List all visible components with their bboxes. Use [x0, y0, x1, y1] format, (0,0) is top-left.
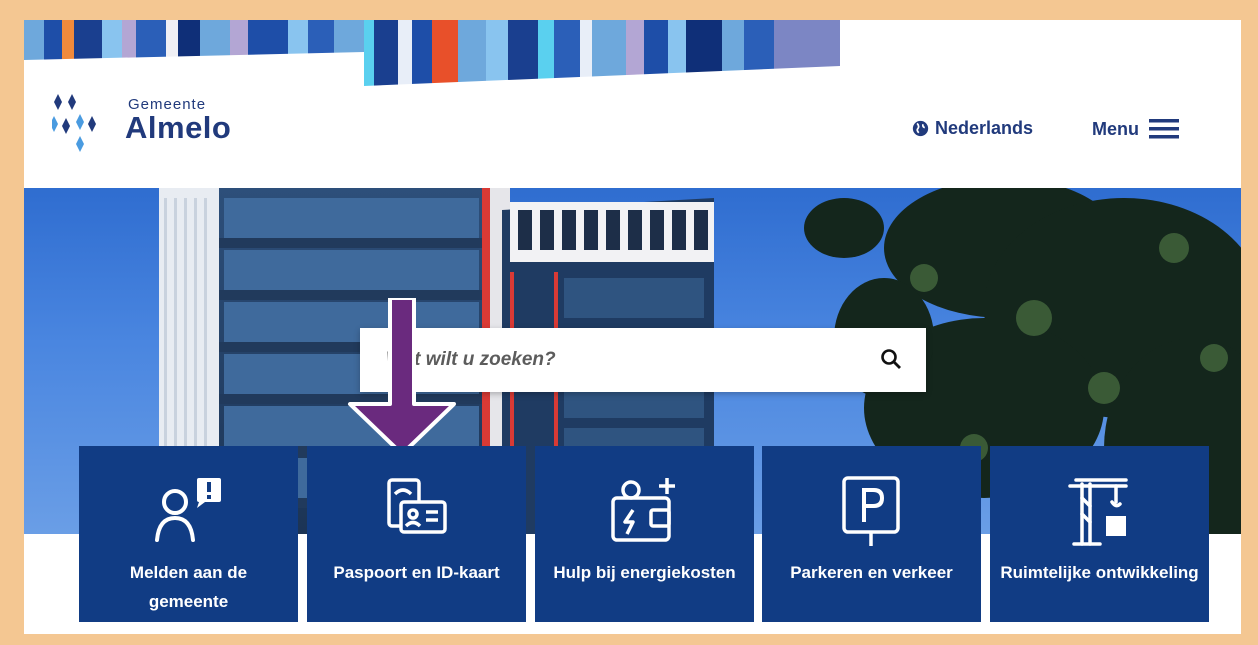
menu-label: Menu — [1092, 118, 1139, 139]
tile-label: Hulp bij energiekosten — [553, 563, 736, 582]
report-person-icon — [155, 478, 221, 542]
energy-wallet-icon — [611, 478, 675, 542]
tile-melden[interactable]: Melden aan de gemeente — [79, 446, 298, 622]
logo-diamonds-icon — [52, 94, 96, 152]
tile-label: Melden aan de gemeente — [129, 563, 248, 611]
tile-label: Paspoort en ID-kaart — [333, 563, 500, 582]
search-icon — [881, 349, 901, 369]
parking-icon — [842, 476, 900, 546]
menu-button[interactable]: Menu — [1092, 118, 1179, 140]
tile-label: Parkeren en verkeer — [790, 563, 953, 582]
hamburger-icon — [1149, 119, 1179, 139]
search-button[interactable] — [880, 348, 902, 375]
language-switch[interactable]: Nederlands — [912, 118, 1033, 139]
logo-text-big: Almelo — [125, 110, 232, 145]
site-header: Gemeente Almelo Nederlands Menu — [24, 20, 1241, 188]
logo[interactable]: Gemeente Almelo — [52, 94, 252, 170]
page: Gemeente Almelo Nederlands Menu Wat wilt… — [24, 20, 1241, 634]
annotation-arrow-icon — [348, 298, 456, 456]
language-label: Nederlands — [935, 118, 1034, 138]
tile-ruimtelijke[interactable]: Ruimtelijke ontwikkeling — [990, 446, 1209, 622]
tile-paspoort[interactable]: Paspoort en ID-kaart — [307, 446, 526, 622]
tile-label: Ruimtelijke ontwikkeling — [1000, 563, 1199, 582]
crane-icon — [1068, 478, 1128, 546]
tile-energie[interactable]: Hulp bij energiekosten — [535, 446, 754, 622]
tile-parkeren[interactable]: Parkeren en verkeer — [762, 446, 981, 622]
globe-icon — [912, 120, 929, 137]
passport-id-icon — [387, 478, 447, 534]
